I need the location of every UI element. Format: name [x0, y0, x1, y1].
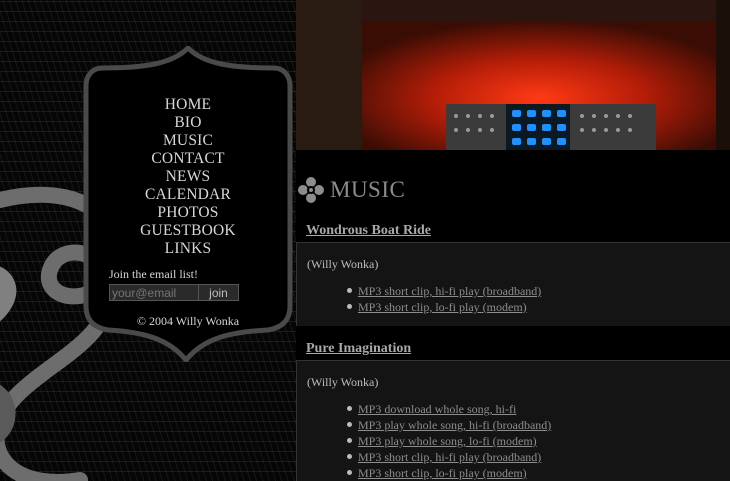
- header-photo: [296, 0, 730, 150]
- nav-contact[interactable]: CONTACT: [151, 150, 224, 167]
- list-item: MP3 play whole song, lo-fi (modem): [347, 433, 551, 449]
- main-nav: HOME BIO MUSIC CONTACT NEWS CALENDAR PHO…: [82, 96, 294, 258]
- song-credit: (Willy Wonka): [307, 375, 379, 389]
- flower-ornament-icon: [298, 177, 324, 203]
- bullet-icon: [347, 422, 352, 427]
- list-item: MP3 download whole song, hi-fi: [347, 401, 551, 417]
- email-signup-label: Join the email list!: [109, 267, 198, 281]
- list-item: MP3 play whole song, hi-fi (broadband): [347, 417, 551, 433]
- section-heading: MUSIC: [296, 176, 405, 204]
- song-link[interactable]: MP3 download whole song, hi-fi: [358, 402, 516, 416]
- bullet-icon: [347, 470, 352, 475]
- song-links-list: MP3 download whole song, hi-fi MP3 play …: [337, 401, 551, 481]
- nav-links[interactable]: LINKS: [165, 240, 212, 257]
- song-link[interactable]: MP3 play whole song, hi-fi (broadband): [358, 418, 551, 432]
- bullet-icon: [347, 406, 352, 411]
- nav-panel: HOME BIO MUSIC CONTACT NEWS CALENDAR PHO…: [82, 46, 294, 362]
- song-link[interactable]: MP3 short clip, lo-fi play (modem): [358, 466, 527, 480]
- song-link[interactable]: MP3 short clip, lo-fi play (modem): [358, 300, 527, 314]
- nav-photos[interactable]: PHOTOS: [157, 204, 218, 221]
- nav-home[interactable]: HOME: [165, 96, 211, 113]
- nav-guestbook[interactable]: GUESTBOOK: [140, 222, 236, 239]
- bullet-icon: [347, 288, 352, 293]
- join-button[interactable]: join: [199, 284, 239, 301]
- bullet-icon: [347, 438, 352, 443]
- list-item: MP3 short clip, lo-fi play (modem): [347, 465, 551, 481]
- section-title: MUSIC: [330, 177, 406, 202]
- nav-bio[interactable]: BIO: [174, 114, 201, 131]
- nav-music[interactable]: MUSIC: [163, 132, 213, 149]
- list-item: MP3 short clip, hi-fi play (broadband): [347, 283, 541, 299]
- song-box-1: (Willy Wonka) MP3 short clip, hi-fi play…: [296, 242, 730, 326]
- song-box-2: (Willy Wonka) MP3 download whole song, h…: [296, 360, 730, 481]
- email-signup-form: join: [109, 284, 239, 301]
- song-link[interactable]: MP3 short clip, hi-fi play (broadband): [358, 450, 541, 464]
- left-decor-column: HOME BIO MUSIC CONTACT NEWS CALENDAR PHO…: [0, 0, 296, 481]
- nav-calendar[interactable]: CALENDAR: [145, 186, 231, 203]
- song-link[interactable]: MP3 short clip, hi-fi play (broadband): [358, 284, 541, 298]
- song-credit: (Willy Wonka): [307, 257, 379, 271]
- song-link[interactable]: MP3 play whole song, lo-fi (modem): [358, 434, 537, 448]
- bullet-icon: [347, 454, 352, 459]
- list-item: MP3 short clip, hi-fi play (broadband): [347, 449, 551, 465]
- nav-news[interactable]: NEWS: [166, 168, 211, 185]
- email-input[interactable]: [109, 284, 199, 301]
- song-links-list: MP3 short clip, hi-fi play (broadband) M…: [337, 283, 541, 315]
- song-title-2[interactable]: Pure Imagination: [306, 341, 411, 357]
- copyright: © 2004 Willy Wonka: [136, 314, 240, 328]
- list-item: MP3 short clip, lo-fi play (modem): [347, 299, 541, 315]
- bullet-icon: [347, 304, 352, 309]
- song-title-1[interactable]: Wondrous Boat Ride: [306, 223, 431, 239]
- main-content: MUSIC Wondrous Boat Ride (Willy Wonka) M…: [296, 150, 730, 481]
- header-photo-art: [296, 0, 730, 150]
